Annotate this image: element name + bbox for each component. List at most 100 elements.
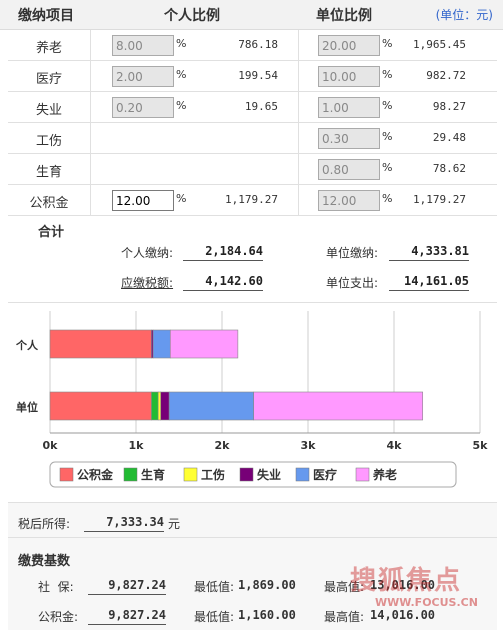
company-amount: 1,179.27 <box>413 193 466 206</box>
percent-sign: % <box>176 192 187 205</box>
table-row: 医疗%199.54%982.72 <box>8 61 497 92</box>
company-rate-input[interactable] <box>318 97 380 118</box>
bar-segment-医疗 <box>168 391 254 421</box>
base-row-value: 9,827.24 <box>88 578 166 595</box>
table-row: 失业%19.65%98.27 <box>8 92 497 123</box>
bar-segment-公积金 <box>49 391 152 421</box>
base-title: 缴费基数 <box>18 554 71 569</box>
legend-swatch <box>295 467 310 482</box>
base-row-min-value: 1,869.00 <box>238 578 296 592</box>
percent-sign: % <box>176 68 187 81</box>
company-rate-input[interactable] <box>318 66 380 87</box>
personal-total-label: 个人缴纳: <box>121 246 174 260</box>
category-label: 个人 <box>15 338 39 352</box>
summary-title: 合计 <box>38 225 65 240</box>
bar-segment-生育 <box>151 391 159 421</box>
legend-swatch <box>183 467 198 482</box>
watermark-url: WWW.FOCUS.CN <box>375 596 478 609</box>
column-divider <box>90 92 91 122</box>
column-header-company: 单位比例 <box>316 8 372 24</box>
table-header: 缴纳项目 个人比例 单位比例 (单位：元) <box>0 0 503 30</box>
legend-label: 生育 <box>141 467 165 482</box>
company-amount: 982.72 <box>426 69 466 82</box>
base-row-label: 社 保: <box>38 580 74 594</box>
base-row-min-label: 最低值: <box>194 610 235 624</box>
column-divider <box>298 92 299 122</box>
stacked-bar-chart: 0k 1k 2k 3k 4k 5k 个人单位公积金 生育 工伤 失业 医疗 养老 <box>15 311 488 488</box>
contribution-chart: 0k 1k 2k 3k 4k 5k 个人 单位 公积金 生育 工伤 失业 医疗 养老 <box>8 302 497 502</box>
company-rate-input[interactable] <box>318 159 380 180</box>
column-header-personal: 个人比例 <box>164 8 220 24</box>
legend-swatch <box>59 467 74 482</box>
after-tax-section: 税后所得: 7,333.34 元 <box>8 502 497 538</box>
company-amount: 29.48 <box>432 131 466 144</box>
column-header-item: 缴纳项目 <box>18 8 74 24</box>
bar-segment-医疗 <box>152 329 171 359</box>
personal-total-value: 2,184.64 <box>183 244 263 261</box>
bar-segment-工伤 <box>157 391 162 421</box>
column-divider <box>90 123 91 153</box>
category-label: 单位 <box>16 400 38 414</box>
table-row: 工伤%29.48 <box>8 123 497 154</box>
bar-segment-养老 <box>169 329 239 359</box>
personal-amount: 1,179.27 <box>225 193 278 206</box>
summary-section: 合计 个人缴纳: 2,184.64 单位缴纳: 4,333.81 应缴税额: 4… <box>8 216 497 302</box>
company-rate-input[interactable] <box>318 128 380 149</box>
legend-swatch <box>239 467 254 482</box>
bar-segment-失业 <box>160 391 170 421</box>
item-label: 工伤 <box>35 134 62 149</box>
personal-rate-input[interactable] <box>112 97 174 118</box>
company-rate-input[interactable] <box>318 35 380 56</box>
watermark-logo: 搜狐焦点 <box>350 566 463 596</box>
company-amount: 1,965.45 <box>413 38 466 51</box>
personal-rate-input[interactable] <box>112 66 174 87</box>
column-divider <box>298 123 299 153</box>
company-total-value: 4,333.81 <box>389 244 469 261</box>
company-total-label: 单位缴纳: <box>326 246 379 260</box>
percent-sign: % <box>176 37 187 50</box>
base-row-max-label: 最高值: <box>324 610 365 624</box>
item-label: 养老 <box>35 41 62 56</box>
column-divider <box>90 154 91 184</box>
bar-segment-公积金 <box>49 329 152 359</box>
personal-amount: 786.18 <box>238 38 278 51</box>
column-divider <box>90 30 91 60</box>
legend-label: 工伤 <box>201 467 225 482</box>
item-label: 公积金 <box>29 196 69 211</box>
after-tax-value: 7,333.34 <box>84 515 164 532</box>
column-divider <box>90 185 91 215</box>
legend-label: 养老 <box>372 467 397 482</box>
base-row-value: 9,827.24 <box>88 608 166 625</box>
item-label: 生育 <box>35 165 62 180</box>
column-divider <box>298 30 299 60</box>
x-tick-label: 0k <box>43 439 59 452</box>
company-rate-input[interactable] <box>318 190 380 211</box>
tax-label-link[interactable]: 应缴税额: <box>121 274 173 291</box>
company-expense-value: 14,161.05 <box>389 274 469 291</box>
item-label: 医疗 <box>35 72 62 87</box>
x-tick-label: 4k <box>387 439 403 452</box>
item-label: 失业 <box>35 103 62 118</box>
x-tick-label: 1k <box>129 439 145 452</box>
base-row-max-value: 14,016.00 <box>370 608 436 622</box>
base-row-min-value: 1,160.00 <box>238 608 296 622</box>
x-tick-label: 3k <box>301 439 317 452</box>
after-tax-label: 税后所得: <box>18 517 71 531</box>
table-row: 生育%78.62 <box>8 154 497 185</box>
legend-label: 医疗 <box>313 467 337 482</box>
percent-sign: % <box>176 99 187 112</box>
personal-rate-input[interactable] <box>112 190 174 211</box>
table-row: 公积金%1,179.27%1,179.27 <box>8 185 497 216</box>
x-tick-label: 2k <box>215 439 231 452</box>
company-expense-label: 单位支出: <box>326 276 379 290</box>
company-amount: 78.62 <box>432 162 466 175</box>
personal-rate-input[interactable] <box>112 35 174 56</box>
unit-note: (单位：元) <box>435 8 493 22</box>
legend-swatch <box>355 467 370 482</box>
legend-label: 失业 <box>257 467 281 482</box>
base-row-min-label: 最低值: <box>194 580 235 594</box>
personal-amount: 19.65 <box>244 100 278 113</box>
column-divider <box>298 61 299 91</box>
column-divider <box>298 154 299 184</box>
company-amount: 98.27 <box>432 100 466 113</box>
